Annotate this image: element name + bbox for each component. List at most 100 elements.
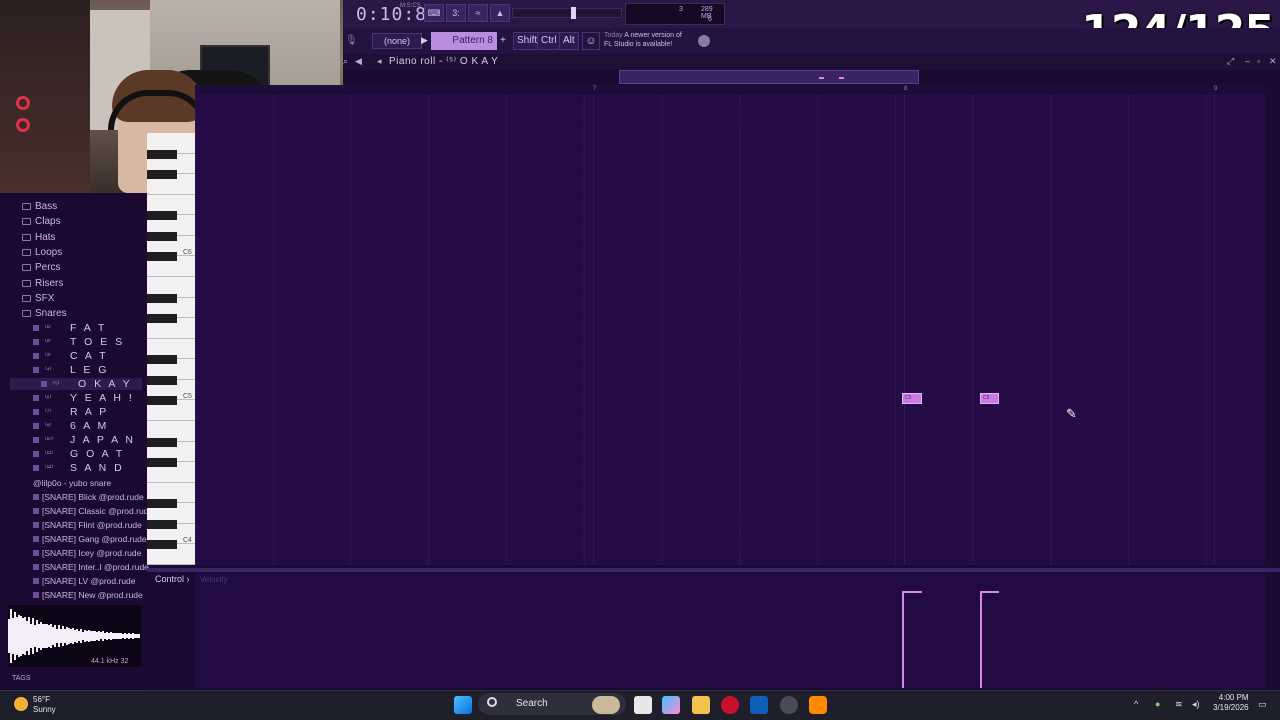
- sample-item[interactable]: ⁽¹⁾ F A T: [33, 322, 107, 334]
- black-key[interactable]: [147, 540, 177, 550]
- black-key[interactable]: [147, 437, 177, 447]
- note-grid[interactable]: [195, 95, 1265, 565]
- menu-icon[interactable]: ◀: [355, 56, 362, 67]
- start-button[interactable]: [454, 696, 472, 714]
- file-item[interactable]: [SNARE] LV @prod.rude: [33, 576, 136, 586]
- folder-percs[interactable]: Percs: [22, 262, 61, 273]
- folder-snares[interactable]: Snares: [22, 308, 67, 319]
- black-key[interactable]: [147, 211, 177, 221]
- waveform-bar: [138, 634, 140, 638]
- sample-item[interactable]: ⁽⁴⁾ L E G: [33, 364, 109, 376]
- sample-item[interactable]: ⁽²⁾ T O E S: [33, 336, 125, 348]
- horizontal-scrollbar[interactable]: [619, 70, 919, 84]
- mic-icon[interactable]: 🎙: [345, 35, 358, 46]
- sample-item-selected[interactable]: ⁽⁵⁾ O K A Y: [10, 378, 142, 390]
- step-edit-icon[interactable]: 3:: [446, 4, 466, 22]
- fl-studio-icon[interactable]: [809, 696, 827, 714]
- folder-icon: [22, 249, 31, 256]
- piano-roll-titlebar: ⌕ ◀ ◂ Piano roll - ⁽⁵⁾ O K A Y ⤢ – ▫ ✕: [343, 54, 1280, 70]
- add-pattern-icon[interactable]: +: [500, 35, 506, 46]
- news-panel[interactable]: Today A newer version of FL Studio is av…: [604, 31, 682, 49]
- file-item[interactable]: @lilp0o - yubo snare: [33, 478, 111, 488]
- velocity-handle[interactable]: [902, 591, 922, 593]
- hint-icon[interactable]: ☺: [582, 32, 600, 50]
- sample-item[interactable]: ⁽¹⁰⁾ J A P A N: [33, 434, 136, 446]
- notification-icon[interactable]: ▭: [1258, 699, 1267, 710]
- bar-number: 8: [904, 86, 908, 92]
- black-key[interactable]: [147, 293, 177, 303]
- maximize-icon[interactable]: ▫: [1257, 56, 1260, 66]
- app-icon[interactable]: [780, 696, 798, 714]
- system-clock[interactable]: 4:00 PM 3/19/2026: [1213, 693, 1249, 713]
- folder-bass[interactable]: Bass: [22, 201, 57, 212]
- tags-label[interactable]: TAGS: [12, 675, 31, 682]
- timeline-ruler[interactable]: 7 8 9: [195, 85, 1265, 95]
- file-item[interactable]: [SNARE] Flint @prod.rude: [33, 520, 142, 530]
- black-key[interactable]: [147, 355, 177, 365]
- speaker-icon[interactable]: ◂: [377, 56, 382, 67]
- sample-item[interactable]: ⁽⁷⁾ R A P: [33, 406, 109, 418]
- online-globe-icon[interactable]: [698, 35, 710, 47]
- alt-button[interactable]: Alt: [559, 32, 579, 50]
- sun-icon[interactable]: [14, 697, 28, 711]
- file-item[interactable]: [SNARE] Classic @prod.rude: [33, 506, 153, 516]
- velocity-stem[interactable]: [980, 592, 982, 688]
- opera-icon[interactable]: [721, 696, 739, 714]
- play-arrow-icon[interactable]: ▶: [421, 35, 428, 46]
- typing-keyboard-icon[interactable]: ⌨: [424, 4, 444, 22]
- metronome-icon[interactable]: ▲: [490, 4, 510, 22]
- velocity-stem[interactable]: [902, 592, 904, 688]
- folder-loops[interactable]: Loops: [22, 247, 62, 258]
- mic-tray-icon[interactable]: ●: [1155, 699, 1160, 709]
- folder-hats[interactable]: Hats: [22, 232, 56, 243]
- black-key[interactable]: [147, 170, 177, 180]
- search-icon[interactable]: ⌕: [343, 56, 348, 67]
- wait-icon[interactable]: ≈: [468, 4, 488, 22]
- event-editor[interactable]: [195, 572, 1265, 688]
- black-key[interactable]: [147, 252, 177, 262]
- ctrl-button[interactable]: Ctrl: [537, 32, 561, 50]
- main-pitch-slider[interactable]: [512, 7, 622, 19]
- black-key[interactable]: [147, 314, 177, 324]
- pattern-dropdown[interactable]: (none): [372, 33, 422, 49]
- black-key[interactable]: [147, 375, 177, 385]
- file-item[interactable]: [SNARE] Inter..l @prod.rude: [33, 562, 149, 572]
- copilot-icon[interactable]: [662, 696, 680, 714]
- black-key[interactable]: [147, 396, 177, 406]
- tray-expand-icon[interactable]: ^: [1134, 699, 1138, 709]
- black-key[interactable]: [147, 149, 177, 159]
- control-selector[interactable]: Control ›: [155, 574, 190, 584]
- sample-item[interactable]: ⁽¹¹⁾ G O A T: [33, 448, 125, 460]
- store-icon[interactable]: [750, 696, 768, 714]
- file-item[interactable]: [SNARE] Icey @prod.rude: [33, 548, 141, 558]
- pattern-selector[interactable]: Pattern 8: [431, 32, 497, 50]
- black-key[interactable]: [147, 458, 177, 468]
- close-icon[interactable]: ✕: [1269, 56, 1277, 67]
- black-key[interactable]: [147, 231, 177, 241]
- slider-knob[interactable]: [571, 7, 576, 19]
- file-item[interactable]: [SNARE] Blick @prod.rude: [33, 492, 144, 502]
- black-key[interactable]: [147, 499, 177, 509]
- weather-widget[interactable]: 56°F Sunny: [33, 695, 56, 715]
- key-label: C6: [183, 249, 192, 256]
- file-item[interactable]: [SNARE] New @prod.rude: [33, 590, 143, 600]
- folder-sfx[interactable]: SFX: [22, 293, 54, 304]
- task-view-icon[interactable]: [634, 696, 652, 714]
- sample-item[interactable]: ⁽⁶⁾ Y E A H !: [33, 392, 134, 404]
- file-explorer-icon[interactable]: [692, 696, 710, 714]
- wifi-icon[interactable]: ≋: [1175, 699, 1183, 710]
- folder-icon: [22, 218, 31, 225]
- sample-index: ⁽¹²⁾: [45, 465, 54, 472]
- folder-risers[interactable]: Risers: [22, 278, 63, 289]
- file-item[interactable]: [SNARE] Gang @prod.rude: [33, 534, 147, 544]
- widget-image-icon[interactable]: [592, 696, 620, 714]
- velocity-handle[interactable]: [980, 591, 999, 593]
- black-key[interactable]: [147, 519, 177, 529]
- sample-item[interactable]: ⁽⁸⁾ 6 A M: [33, 420, 109, 432]
- detach-icon[interactable]: ⤢: [1227, 56, 1234, 67]
- volume-icon[interactable]: ◂): [1192, 699, 1200, 710]
- sample-item[interactable]: ⁽³⁾ C A T: [33, 350, 108, 362]
- minimize-icon[interactable]: –: [1245, 56, 1250, 66]
- sample-item[interactable]: ⁽¹²⁾ S A N D: [33, 462, 124, 474]
- folder-claps[interactable]: Claps: [22, 216, 61, 227]
